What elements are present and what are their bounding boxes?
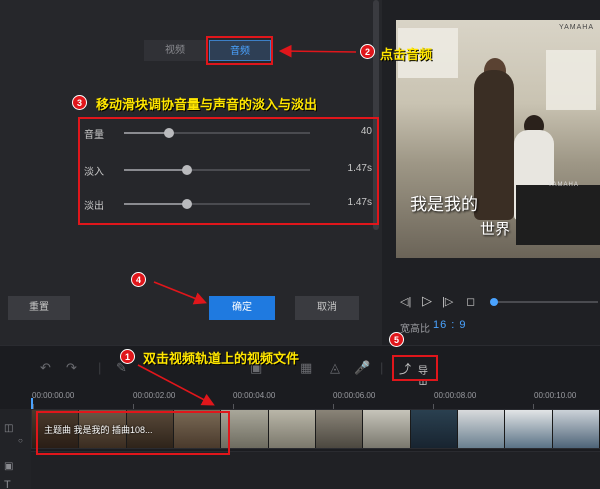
toolbar-divider-2: | bbox=[380, 360, 384, 375]
player-controls: ◁| ▷ |▷ ◻ bbox=[396, 292, 600, 312]
tick-label: 00:00:08.00 bbox=[434, 391, 477, 400]
annotation-box-sliders bbox=[78, 117, 379, 225]
cancel-button[interactable]: 取消 bbox=[295, 296, 359, 320]
editing-toolbar: ↶ ↷ | ✎ ▣ ▦ ◬ 🎤 | bbox=[0, 345, 600, 385]
redo-icon[interactable]: ↷ bbox=[66, 360, 77, 376]
next-frame-icon[interactable]: |▷ bbox=[442, 295, 453, 308]
step-1-badge: 1 bbox=[120, 349, 135, 364]
microphone-icon[interactable]: 🎤 bbox=[354, 360, 370, 376]
playback-progress[interactable] bbox=[490, 298, 598, 306]
mosaic-icon[interactable]: ▦ bbox=[300, 360, 312, 376]
tab-video[interactable]: 视频 bbox=[144, 40, 206, 61]
text-track-icon: T bbox=[4, 479, 11, 489]
stop-icon[interactable]: ◻ bbox=[466, 295, 475, 308]
brand-watermark: YAMAHA bbox=[558, 24, 594, 31]
undo-icon[interactable]: ↶ bbox=[40, 360, 51, 376]
aspect-ratio-label: 宽高比 bbox=[400, 324, 430, 335]
subtitle-line-2: 世界 bbox=[480, 220, 511, 238]
image-track[interactable] bbox=[31, 451, 600, 489]
tick-label: 00:00:04.00 bbox=[233, 391, 276, 400]
freeze-icon[interactable]: ◬ bbox=[330, 360, 340, 376]
prev-frame-icon[interactable]: ◁| bbox=[400, 295, 411, 308]
step-1-text: 双击视频轨道上的视频文件 bbox=[143, 351, 300, 366]
reset-button[interactable]: 重置 bbox=[8, 296, 70, 320]
aspect-ratio-value[interactable]: 16 : 9 bbox=[433, 319, 467, 331]
step-3-badge: 3 bbox=[72, 95, 87, 110]
ok-button[interactable]: 确定 bbox=[209, 296, 275, 320]
video-track-icon: ◫ bbox=[4, 423, 14, 434]
tick-label: 00:00:02.00 bbox=[133, 391, 176, 400]
step-5-badge: 5 bbox=[389, 332, 404, 347]
annotation-box-clip bbox=[36, 411, 230, 455]
subtitle-line-1: 我是我的 bbox=[410, 195, 478, 215]
lock-icon[interactable]: ○ bbox=[18, 436, 23, 445]
tick-label: 00:00:10.00 bbox=[534, 391, 577, 400]
image-track-icon: ▣ bbox=[4, 461, 14, 472]
playback-knob[interactable] bbox=[490, 298, 498, 306]
track-headers: ◫ ○ ▣ T bbox=[0, 409, 31, 489]
step-4-badge: 4 bbox=[131, 272, 146, 287]
timeline-ruler[interactable]: 00:00:00.00 00:00:02.00 00:00:04.00 00:0… bbox=[0, 385, 600, 409]
annotation-box-audio-tab bbox=[206, 36, 273, 65]
tick-label: 00:00:00.00 bbox=[32, 391, 75, 400]
annotation-box-export bbox=[392, 355, 438, 381]
play-icon[interactable]: ▷ bbox=[422, 293, 432, 309]
toolbar-divider: | bbox=[98, 360, 102, 375]
step-2-text: 点击音频 bbox=[380, 47, 433, 62]
piano-brand: YAMAHA bbox=[548, 182, 579, 188]
step-3-text: 移动滑块调协音量与声音的淡入与淡出 bbox=[96, 97, 318, 112]
tick-label: 00:00:06.00 bbox=[333, 391, 376, 400]
step-2-badge: 2 bbox=[360, 44, 375, 59]
